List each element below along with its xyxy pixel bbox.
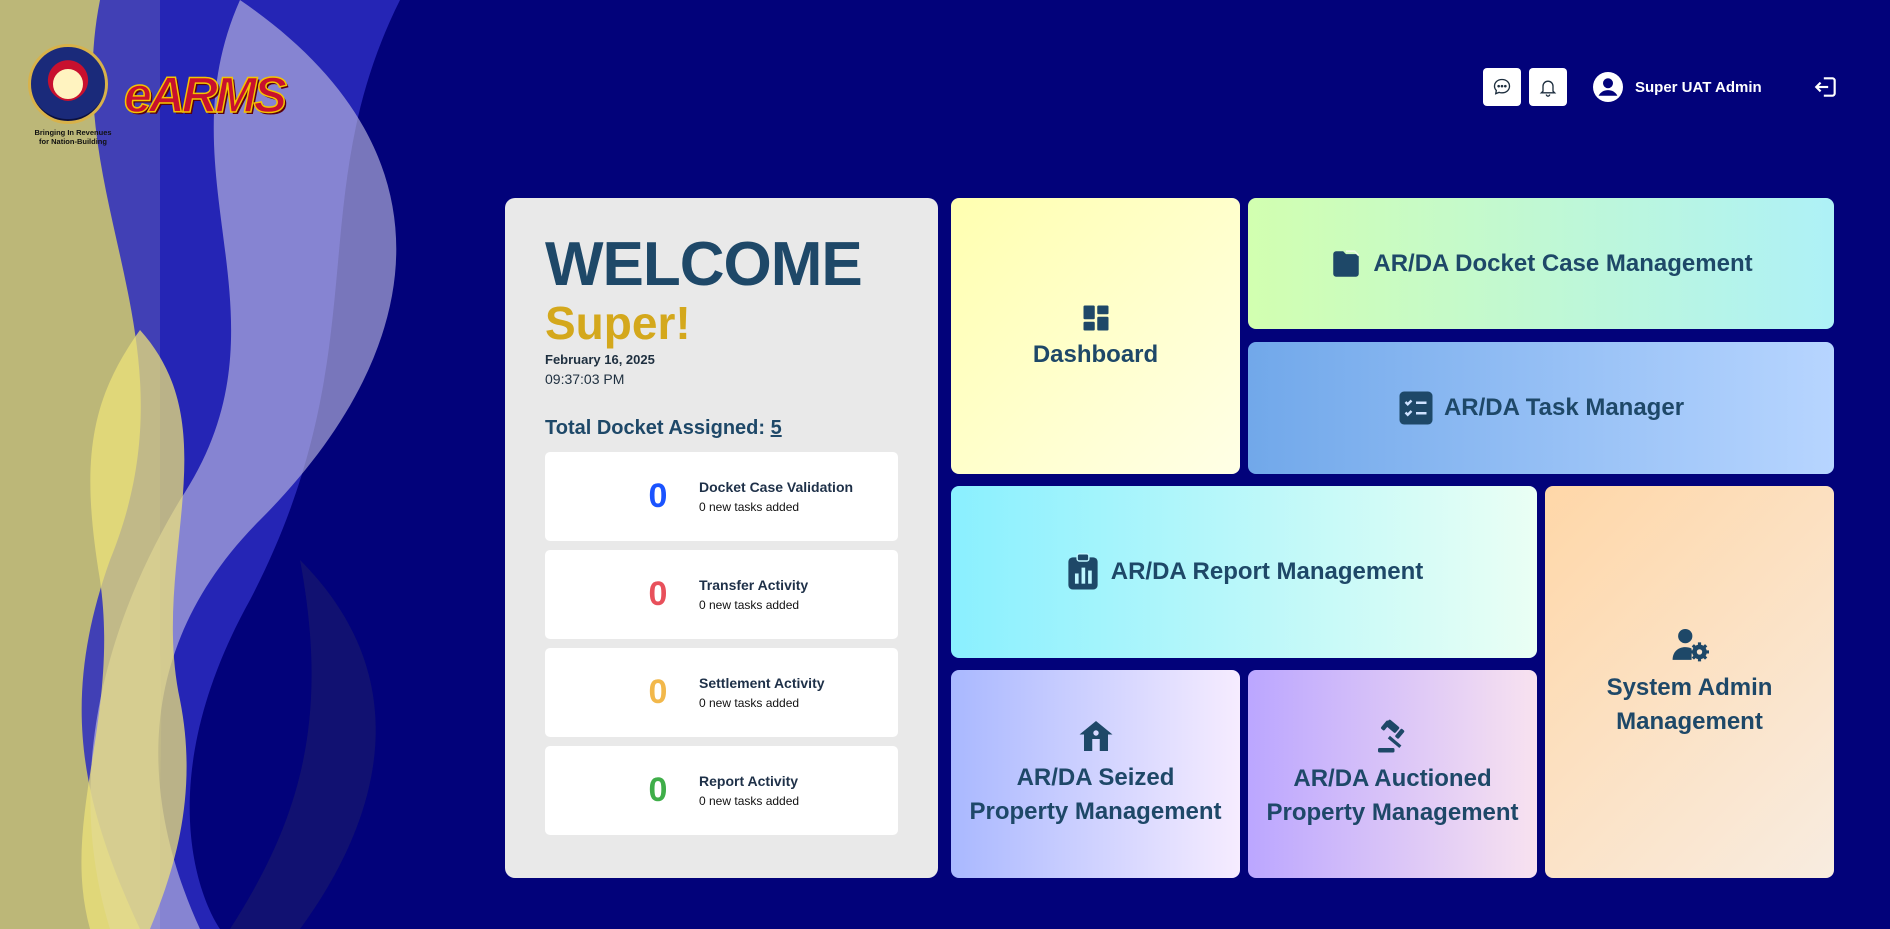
total-docket-assigned: Total Docket Assigned: 5 <box>545 417 782 439</box>
task-manager-label: AR/DA Task Manager <box>1443 394 1685 421</box>
seized-property-label: AR/DA Seized Property Management <box>969 764 1222 825</box>
task-summary-list: 0 Docket Case Validation 0 new tasks add… <box>545 452 898 835</box>
task-title: Docket Case Validation <box>699 479 854 495</box>
docket-case-management-label: AR/DA Docket Case Management <box>1373 249 1753 277</box>
task-card-transfer-activity[interactable]: 0 Transfer Activity 0 new tasks added <box>545 550 898 639</box>
docket-case-management-tile[interactable]: AR/DA Docket Case Management <box>1248 198 1834 329</box>
notifications-button[interactable] <box>1529 68 1567 106</box>
task-count: 0 <box>648 575 668 613</box>
task-count: 0 <box>648 673 668 711</box>
dashboard-tile[interactable]: Dashboard <box>951 198 1240 474</box>
user-name: Super UAT Admin <box>1635 78 1762 96</box>
current-time: 09:37:03 PM <box>545 371 625 387</box>
logo-tagline: Bringing In Revenues for Nation-Building <box>34 128 112 146</box>
bir-seal-logo <box>28 44 108 124</box>
task-subtitle: 0 new tasks added <box>699 500 800 514</box>
task-title: Report Activity <box>699 773 799 789</box>
header-actions: Super UAT Admin <box>1483 68 1836 106</box>
task-card-report-activity[interactable]: 0 Report Activity 0 new tasks added <box>545 746 898 835</box>
chat-bubble-icon <box>1493 78 1511 95</box>
checklist-icon <box>1398 390 1434 426</box>
current-date: February 16, 2025 <box>545 352 655 367</box>
auctioned-property-management-tile[interactable]: AR/DA Auctioned Property Management <box>1248 670 1537 878</box>
task-title: Transfer Activity <box>699 577 809 593</box>
user-avatar-icon <box>1593 72 1623 102</box>
clipboard-chart-icon <box>1065 553 1101 591</box>
task-subtitle: 0 new tasks added <box>699 598 800 612</box>
total-docket-link[interactable]: 5 <box>771 417 782 439</box>
bell-icon <box>1539 80 1557 97</box>
seized-property-management-tile[interactable]: AR/DA Seized Property Management <box>951 670 1240 878</box>
dashboard-grid-icon <box>1081 303 1111 333</box>
welcome-card: WELCOME Super! February 16, 2025 09:37:0… <box>505 198 938 878</box>
task-manager-tile[interactable]: AR/DA Task Manager <box>1248 342 1834 474</box>
welcome-title: WELCOME <box>545 230 863 299</box>
task-subtitle: 0 new tasks added <box>699 794 800 808</box>
system-admin-label: System Admin Management <box>1606 674 1773 735</box>
user-menu[interactable]: Super UAT Admin <box>1593 72 1762 102</box>
user-gear-icon <box>1671 625 1709 663</box>
logo-area: Bringing In Revenues for Nation-Building… <box>28 44 288 146</box>
gavel-icon <box>1374 718 1412 754</box>
welcome-user-name: Super! <box>545 297 691 349</box>
task-title: Settlement Activity <box>699 675 825 691</box>
logout-icon <box>1814 77 1836 97</box>
house-icon <box>1078 719 1114 753</box>
task-subtitle: 0 new tasks added <box>699 696 800 710</box>
report-management-tile[interactable]: AR/DA Report Management <box>951 486 1537 658</box>
chat-button[interactable] <box>1483 68 1521 106</box>
report-management-label: AR/DA Report Management <box>1110 558 1424 585</box>
logout-button[interactable] <box>1813 74 1839 100</box>
folder-icon <box>1329 247 1363 281</box>
auctioned-property-label: AR/DA Auctioned Property Management <box>1266 765 1519 826</box>
dashboard-label: Dashboard <box>1032 341 1159 368</box>
task-card-settlement-activity[interactable]: 0 Settlement Activity 0 new tasks added <box>545 648 898 737</box>
task-count: 0 <box>648 771 668 809</box>
task-count: 0 <box>648 477 668 515</box>
task-card-docket-validation[interactable]: 0 Docket Case Validation 0 new tasks add… <box>545 452 898 541</box>
app-logo-text: eARMS <box>123 66 288 124</box>
system-admin-management-tile[interactable]: System Admin Management <box>1545 486 1834 878</box>
